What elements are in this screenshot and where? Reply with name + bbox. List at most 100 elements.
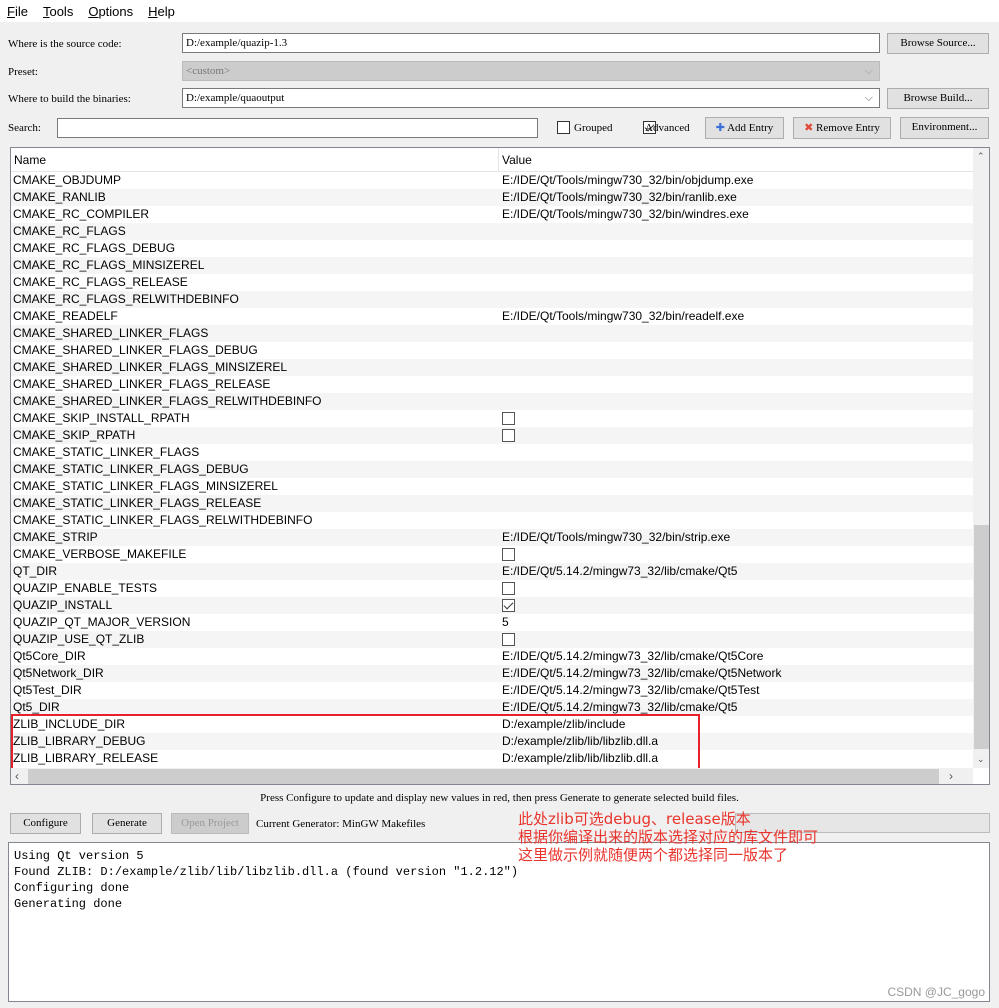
entry-value[interactable]: E:/IDE/Qt/Tools/mingw730_32/bin/objdump.… xyxy=(502,172,753,189)
log-line: Using Qt version 5 xyxy=(14,849,144,863)
entry-checkbox[interactable] xyxy=(502,412,515,425)
generate-button[interactable]: Generate xyxy=(92,813,162,834)
build-label: Where to build the binaries: xyxy=(8,93,131,105)
entry-name: CMAKE_SHARED_LINKER_FLAGS_RELWITHDEBINFO xyxy=(13,394,322,408)
table-row[interactable]: CMAKE_RC_COMPILER E:/IDE/Qt/Tools/mingw73… xyxy=(11,206,973,223)
hscrollbar-thumb[interactable] xyxy=(28,769,939,784)
table-row[interactable]: QT_DIR E:/IDE/Qt/5.14.2/mingw73_32/lib/cm… xyxy=(11,563,973,580)
table-row[interactable]: CMAKE_SKIP_RPATH xyxy=(11,427,973,444)
table-row[interactable]: Qt5Test_DIR E:/IDE/Qt/5.14.2/mingw73_32/l… xyxy=(11,682,973,699)
entry-checkbox[interactable] xyxy=(502,582,515,595)
table-row[interactable]: CMAKE_READELF E:/IDE/Qt/Tools/mingw730_32… xyxy=(11,308,973,325)
plus-icon: ✚ xyxy=(715,121,725,134)
configure-button[interactable]: Configure xyxy=(10,813,81,834)
table-row[interactable]: CMAKE_SKIP_INSTALL_RPATH xyxy=(11,410,973,427)
entry-value[interactable]: E:/IDE/Qt/Tools/mingw730_32/bin/readelf.… xyxy=(502,308,744,325)
entry-value[interactable]: E:/IDE/Qt/5.14.2/mingw73_32/lib/cmake/Qt… xyxy=(502,682,759,699)
table-row[interactable]: CMAKE_RANLIB E:/IDE/Qt/Tools/mingw730_32/… xyxy=(11,189,973,206)
entry-name: Qt5Network_DIR xyxy=(13,666,104,680)
column-name[interactable]: Name xyxy=(14,153,46,167)
environment-button[interactable]: Environment... xyxy=(900,117,989,139)
table-row[interactable]: CMAKE_RC_FLAGS xyxy=(11,223,973,240)
advanced-label: Advanced xyxy=(645,122,690,134)
table-row[interactable]: CMAKE_SHARED_LINKER_FLAGS_RELWITHDEBINFO xyxy=(11,393,973,410)
entry-name: CMAKE_SHARED_LINKER_FLAGS_DEBUG xyxy=(13,343,258,357)
source-input[interactable]: D:/example/quazip-1.3 xyxy=(182,33,880,53)
build-select[interactable]: D:/example/quaoutput ⌵ xyxy=(182,88,880,108)
table-row[interactable]: CMAKE_SHARED_LINKER_FLAGS xyxy=(11,325,973,342)
grouped-checkbox[interactable] xyxy=(557,121,570,134)
grouped-label: Grouped xyxy=(574,122,613,134)
table-row[interactable]: CMAKE_RC_FLAGS_MINSIZEREL xyxy=(11,257,973,274)
entry-checkbox[interactable] xyxy=(502,599,515,612)
entry-name: CMAKE_READELF xyxy=(13,309,118,323)
entry-name: Qt5Test_DIR xyxy=(13,683,82,697)
preset-value: <custom> xyxy=(186,65,231,77)
scroll-up-icon[interactable]: ⌃ xyxy=(977,151,985,162)
entry-value[interactable]: E:/IDE/Qt/Tools/mingw730_32/bin/strip.ex… xyxy=(502,529,730,546)
table-row[interactable]: QUAZIP_ENABLE_TESTS xyxy=(11,580,973,597)
table-row[interactable]: QUAZIP_INSTALL xyxy=(11,597,973,614)
menu-options[interactable]: Options xyxy=(88,0,133,22)
scroll-down-icon[interactable]: ⌄ xyxy=(977,754,985,765)
table-row[interactable]: CMAKE_STATIC_LINKER_FLAGS_RELWITHDEBINFO xyxy=(11,512,973,529)
preset-select[interactable]: <custom> ⌵ xyxy=(182,61,880,81)
table-row[interactable]: CMAKE_STATIC_LINKER_FLAGS xyxy=(11,444,973,461)
open-project-button[interactable]: Open Project xyxy=(171,813,249,834)
entry-name: QUAZIP_INSTALL xyxy=(13,598,113,612)
table-row[interactable]: CMAKE_SHARED_LINKER_FLAGS_MINSIZEREL xyxy=(11,359,973,376)
entry-value[interactable]: E:/IDE/Qt/Tools/mingw730_32/bin/windres.… xyxy=(502,206,749,223)
column-value[interactable]: Value xyxy=(502,153,532,167)
annotation-text: 此处zlib可选debug、release版本 根据你编译出来的版本选择对应的库… xyxy=(518,810,819,864)
entry-value[interactable]: 5 xyxy=(502,614,509,631)
log-line: Generating done xyxy=(14,897,123,911)
entry-name: QUAZIP_USE_QT_ZLIB xyxy=(13,632,145,646)
search-label: Search: xyxy=(8,122,41,134)
table-row[interactable]: CMAKE_VERBOSE_MAKEFILE xyxy=(11,546,973,563)
add-entry-button[interactable]: ✚ Add Entry xyxy=(705,117,784,139)
table-row[interactable]: Qt5Core_DIR E:/IDE/Qt/5.14.2/mingw73_32/l… xyxy=(11,648,973,665)
table-row[interactable]: CMAKE_RC_FLAGS_RELWITHDEBINFO xyxy=(11,291,973,308)
search-input[interactable] xyxy=(57,118,538,138)
browse-build-button[interactable]: Browse Build... xyxy=(887,88,989,109)
entry-checkbox[interactable] xyxy=(502,429,515,442)
entry-name: CMAKE_RANLIB xyxy=(13,190,106,204)
entry-name: CMAKE_STATIC_LINKER_FLAGS_RELEASE xyxy=(13,496,262,510)
scroll-left-icon[interactable]: ‹ xyxy=(15,769,19,783)
table-row[interactable]: CMAKE_STATIC_LINKER_FLAGS_RELEASE xyxy=(11,495,973,512)
entry-checkbox[interactable] xyxy=(502,633,515,646)
entry-value[interactable]: E:/IDE/Qt/Tools/mingw730_32/bin/ranlib.e… xyxy=(502,189,737,206)
entry-value[interactable]: E:/IDE/Qt/5.14.2/mingw73_32/lib/cmake/Qt… xyxy=(502,648,763,665)
entry-name: CMAKE_RC_FLAGS xyxy=(13,224,126,238)
entry-name: CMAKE_STRIP xyxy=(13,530,98,544)
entry-checkbox[interactable] xyxy=(502,548,515,561)
table-row[interactable]: CMAKE_OBJDUMP E:/IDE/Qt/Tools/mingw730_32… xyxy=(11,172,973,189)
menu-file[interactable]: File xyxy=(7,0,28,22)
log-line: Found ZLIB: D:/example/zlib/lib/libzlib.… xyxy=(14,865,519,879)
cache-table: Name Value CMAKE_OBJDUMP E:/IDE/Qt/Tools/… xyxy=(10,147,990,785)
entry-name: CMAKE_SHARED_LINKER_FLAGS_MINSIZEREL xyxy=(13,360,288,374)
entry-value[interactable]: E:/IDE/Qt/5.14.2/mingw73_32/lib/cmake/Qt… xyxy=(502,563,737,580)
scroll-right-icon[interactable]: › xyxy=(949,769,953,783)
table-row[interactable]: CMAKE_SHARED_LINKER_FLAGS_DEBUG xyxy=(11,342,973,359)
horizontal-scrollbar[interactable]: ‹ › xyxy=(11,768,973,784)
menu-help[interactable]: Help xyxy=(148,0,175,22)
entry-name: CMAKE_SKIP_INSTALL_RPATH xyxy=(13,411,190,425)
table-row[interactable]: Qt5Network_DIR E:/IDE/Qt/5.14.2/mingw73_3… xyxy=(11,665,973,682)
entry-name: CMAKE_STATIC_LINKER_FLAGS_MINSIZEREL xyxy=(13,479,278,493)
remove-entry-button[interactable]: ✖ Remove Entry xyxy=(793,117,891,139)
table-row[interactable]: CMAKE_STRIP E:/IDE/Qt/Tools/mingw730_32/b… xyxy=(11,529,973,546)
table-row[interactable]: CMAKE_RC_FLAGS_RELEASE xyxy=(11,274,973,291)
table-row[interactable]: CMAKE_STATIC_LINKER_FLAGS_MINSIZEREL xyxy=(11,478,973,495)
table-row[interactable]: QUAZIP_QT_MAJOR_VERSION 5 xyxy=(11,614,973,631)
entry-name: Qt5Core_DIR xyxy=(13,649,86,663)
table-row[interactable]: QUAZIP_USE_QT_ZLIB xyxy=(11,631,973,648)
browse-source-button[interactable]: Browse Source... xyxy=(887,33,989,54)
table-row[interactable]: CMAKE_STATIC_LINKER_FLAGS_DEBUG xyxy=(11,461,973,478)
table-row[interactable]: CMAKE_SHARED_LINKER_FLAGS_RELEASE xyxy=(11,376,973,393)
table-row[interactable]: CMAKE_RC_FLAGS_DEBUG xyxy=(11,240,973,257)
menu-tools[interactable]: Tools xyxy=(43,0,73,22)
vertical-scrollbar[interactable]: ⌃ ⌄ xyxy=(973,148,989,768)
entry-value[interactable]: E:/IDE/Qt/5.14.2/mingw73_32/lib/cmake/Qt… xyxy=(502,665,781,682)
scrollbar-thumb[interactable] xyxy=(974,525,989,749)
